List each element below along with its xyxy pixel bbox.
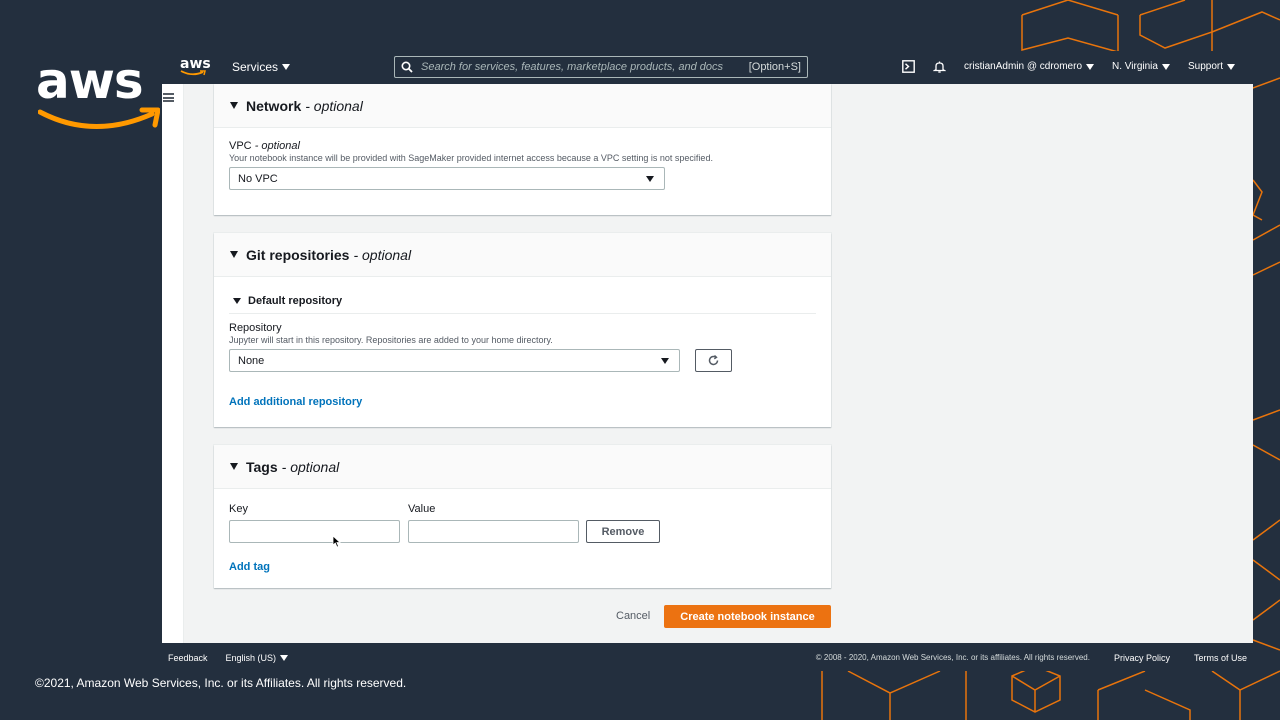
- tag-value-label: Value: [408, 503, 436, 515]
- search-shortcut-hint: [Option+S]: [748, 61, 801, 73]
- tags-panel-header[interactable]: Tags - optional: [214, 445, 831, 489]
- mouse-cursor-icon: [332, 535, 341, 548]
- tag-value-input[interactable]: [408, 520, 579, 543]
- network-optional-label: - optional: [305, 97, 363, 114]
- footer-right: © 2008 - 2020, Amazon Web Services, Inc.…: [816, 653, 1247, 663]
- repository-label: Repository: [229, 322, 282, 334]
- caret-down-icon: [280, 655, 289, 661]
- tags-panel: Tags - optional Key Value Remove Add tag: [214, 445, 831, 588]
- git-repositories-panel: Git repositories - optional Default repo…: [214, 233, 831, 427]
- caret-down-icon: [230, 251, 238, 258]
- refresh-repositories-button[interactable]: [695, 349, 732, 372]
- caret-down-icon: [1227, 63, 1235, 70]
- console-footer: Feedback English (US) © 2008 - 2020, Ama…: [162, 643, 1253, 671]
- vpc-select[interactable]: No VPC: [229, 167, 665, 190]
- repository-description: Jupyter will start in this repository. R…: [229, 335, 553, 345]
- vpc-select-value: No VPC: [238, 172, 278, 185]
- git-title: Git repositories: [246, 246, 350, 263]
- remove-tag-button[interactable]: Remove: [586, 520, 660, 543]
- add-additional-repository-link[interactable]: Add additional repository: [229, 396, 816, 408]
- support-menu[interactable]: Support: [1188, 61, 1235, 72]
- cloudshell-icon[interactable]: [902, 60, 915, 73]
- privacy-policy-link[interactable]: Privacy Policy: [1114, 653, 1170, 663]
- network-title: Network: [246, 97, 302, 114]
- region-label: N. Virginia: [1112, 61, 1158, 72]
- git-panel-body: Default repository Repository Jupyter wi…: [214, 277, 831, 427]
- repository-select-value: None: [238, 354, 265, 367]
- tag-key-label: Key: [229, 503, 248, 515]
- caret-down-icon: [230, 463, 238, 470]
- account-menu[interactable]: cristianAdmin @ cdromero: [964, 61, 1095, 72]
- tag-key-input[interactable]: [229, 520, 400, 543]
- top-navigation-bar: aws Services [Option+S] cristianAdmin @ …: [162, 51, 1253, 84]
- vpc-label: VPC - optional: [229, 140, 816, 152]
- caret-down-icon: [230, 102, 238, 109]
- tags-optional-label: - optional: [281, 458, 340, 475]
- create-notebook-instance-button[interactable]: Create notebook instance: [664, 605, 831, 628]
- git-optional-label: - optional: [353, 246, 412, 263]
- cancel-button[interactable]: Cancel: [616, 610, 650, 622]
- search-input[interactable]: [421, 61, 749, 73]
- search-icon: [401, 61, 413, 73]
- services-menu[interactable]: Services: [232, 60, 291, 74]
- caret-down-icon: [661, 358, 669, 364]
- aws-smile-icon: [38, 107, 160, 129]
- nav-logo-text: aws: [180, 56, 211, 72]
- caret-down-icon: [233, 298, 241, 304]
- caret-down-icon: [282, 64, 291, 70]
- vpc-label-text: VPC: [229, 140, 252, 152]
- region-menu[interactable]: N. Virginia: [1112, 61, 1170, 72]
- network-panel-header[interactable]: Network - optional: [214, 84, 831, 128]
- language-selector[interactable]: English (US): [226, 653, 289, 663]
- support-label: Support: [1187, 61, 1223, 72]
- caret-down-icon: [646, 176, 654, 182]
- default-repository-heading: Default repository: [248, 295, 343, 307]
- refresh-icon: [708, 354, 719, 366]
- terms-of-use-link[interactable]: Terms of Use: [1194, 653, 1247, 663]
- global-search[interactable]: [Option+S]: [394, 56, 808, 78]
- tags-panel-body: Key Value Remove Add tag: [214, 489, 831, 588]
- account-label: cristianAdmin @ cdromero: [964, 61, 1083, 72]
- hamburger-menu-icon[interactable]: [163, 93, 174, 102]
- aws-logo-text: aws: [36, 52, 144, 110]
- caret-down-icon: [1086, 63, 1095, 70]
- footer-copyright: © 2008 - 2020, Amazon Web Services, Inc.…: [815, 653, 1090, 662]
- nav-aws-logo[interactable]: aws: [180, 57, 211, 76]
- vpc-optional-label: - optional: [254, 140, 300, 152]
- network-panel: Network - optional VPC - optional Your n…: [214, 84, 831, 215]
- collapsed-sidebar: [162, 84, 184, 643]
- vpc-description: Your notebook instance will be provided …: [229, 153, 713, 163]
- repository-select[interactable]: None: [229, 349, 680, 372]
- network-panel-body: VPC - optional Your notebook instance wi…: [214, 128, 831, 190]
- services-label: Services: [232, 60, 279, 74]
- language-label: English (US): [225, 653, 277, 663]
- default-repository-toggle[interactable]: Default repository: [229, 289, 816, 314]
- feedback-link[interactable]: Feedback: [168, 653, 208, 663]
- notifications-bell-icon[interactable]: [933, 60, 947, 73]
- aws-brand-logo: aws: [36, 56, 161, 136]
- slide-copyright: ©2021, Amazon Web Services, Inc. or its …: [35, 676, 407, 690]
- main-content: Network - optional VPC - optional Your n…: [162, 84, 1253, 643]
- nav-right-group: cristianAdmin @ cdromero N. Virginia Sup…: [902, 60, 1235, 73]
- add-tag-link[interactable]: Add tag: [229, 561, 270, 573]
- tags-title: Tags: [246, 458, 278, 475]
- footer-left: Feedback English (US): [168, 653, 289, 663]
- git-panel-header[interactable]: Git repositories - optional: [214, 233, 831, 277]
- caret-down-icon: [1161, 63, 1170, 70]
